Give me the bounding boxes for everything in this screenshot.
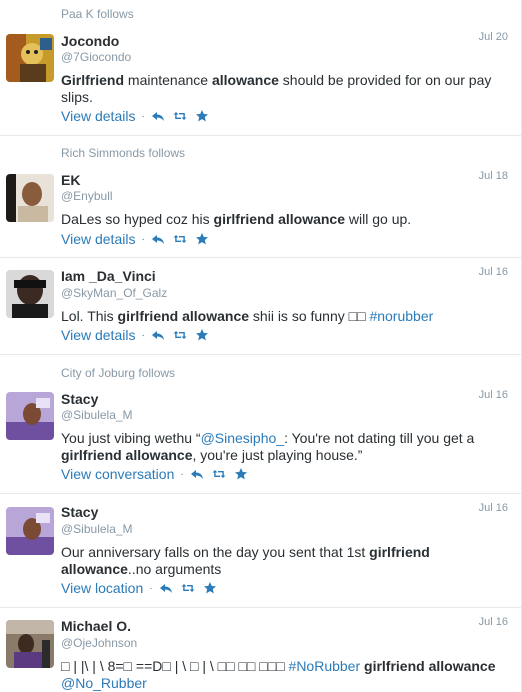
tweet-text: DaLes so hyped coz his girlfriend allowa…: [61, 211, 501, 228]
tweet[interactable]: Michael O. @OjeJohnson Jul 16 □ | |\ | \…: [0, 608, 522, 692]
mention-link[interactable]: @Sinesipho_: [201, 430, 285, 446]
text-segment: , you're just playing house.”: [192, 447, 363, 463]
reply-icon[interactable]: [151, 232, 165, 246]
username[interactable]: @Enybull: [61, 189, 113, 203]
tweet-text: □ | |\ | \ 8=□ ==D□ | \ □ | \ □□ □□ □□□ …: [61, 658, 501, 692]
retweet-icon[interactable]: [173, 232, 187, 246]
tweet-actions: View conversation ·: [61, 466, 256, 482]
separator-dot: ·: [141, 233, 145, 245]
timestamp[interactable]: Jul 20: [479, 31, 508, 43]
social-context: Rich Simmonds follows: [61, 146, 186, 160]
tweet[interactable]: Paa K follows Jocondo @7Giocondo Jul 20 …: [0, 0, 522, 136]
mention-link[interactable]: @No_Rubber: [61, 675, 147, 691]
username[interactable]: @Sibulela_M: [61, 522, 133, 536]
text-segment: ..no arguments: [127, 561, 222, 577]
text-segment: shii is so funny □□: [249, 308, 370, 324]
separator-dot: ·: [141, 110, 145, 122]
retweet-icon[interactable]: [173, 328, 187, 342]
highlighted-term: girlfriend allowance: [364, 658, 496, 674]
username[interactable]: @OjeJohnson: [61, 636, 137, 650]
retweet-icon[interactable]: [212, 467, 226, 481]
retweet-icon[interactable]: [173, 109, 187, 123]
hashtag-link[interactable]: #norubber: [369, 308, 433, 324]
highlighted-term: girlfriend allowance: [117, 308, 250, 324]
timestamp[interactable]: Jul 16: [479, 266, 508, 278]
username[interactable]: @7Giocondo: [61, 50, 131, 64]
reply-icon[interactable]: [190, 467, 204, 481]
display-name[interactable]: Stacy: [61, 391, 98, 407]
timestamp[interactable]: Jul 18: [479, 170, 508, 182]
display-name[interactable]: Stacy: [61, 504, 98, 520]
tweet[interactable]: Iam _Da_Vinci @SkyMan_Of_Galz Jul 16 Lol…: [0, 258, 522, 355]
retweet-icon[interactable]: [181, 581, 195, 595]
avatar[interactable]: [6, 270, 54, 318]
reply-icon[interactable]: [151, 328, 165, 342]
display-name[interactable]: Michael O.: [61, 618, 131, 634]
search-results-feed: Paa K follows Jocondo @7Giocondo Jul 20 …: [0, 0, 522, 692]
tweet-text: You just vibing wethu “@Sinesipho_: You'…: [61, 430, 501, 464]
tweet-text: Our anniversary falls on the day you sen…: [61, 544, 501, 578]
separator-dot: ·: [141, 329, 145, 341]
display-name[interactable]: Jocondo: [61, 33, 119, 49]
favorite-star-icon[interactable]: [195, 109, 209, 123]
timestamp[interactable]: Jul 16: [479, 502, 508, 514]
tweet-text: Lol. This girlfriend allowance shii is s…: [61, 308, 501, 325]
timestamp[interactable]: Jul 16: [479, 616, 508, 628]
avatar[interactable]: [6, 507, 54, 555]
tweet-text: Girlfriend maintenance allowance should …: [61, 72, 501, 106]
text-segment: Our anniversary falls on the day you sen…: [61, 544, 370, 560]
highlighted-term: girlfriend allowance: [213, 211, 346, 227]
text-segment: will go up.: [345, 211, 412, 227]
text-segment: Lol. This: [61, 308, 118, 324]
highlighted-term: Girlfriend: [61, 72, 125, 88]
tweet-actions: View details ·: [61, 327, 217, 343]
text-segment: maintenance: [124, 72, 212, 88]
highlighted-term: girlfriend allowance: [61, 447, 193, 463]
display-name[interactable]: EK: [61, 172, 80, 188]
separator-dot: ·: [149, 582, 153, 594]
reply-icon[interactable]: [151, 109, 165, 123]
text-segment: : You're not dating till you get a: [284, 430, 475, 446]
timestamp[interactable]: Jul 16: [479, 389, 508, 401]
social-context: City of Joburg follows: [61, 366, 176, 380]
view-details-link[interactable]: View details: [61, 108, 135, 124]
username[interactable]: @Sibulela_M: [61, 408, 133, 422]
display-name[interactable]: Iam _Da_Vinci: [61, 268, 156, 284]
social-context: Paa K follows: [61, 7, 134, 21]
tweet[interactable]: City of Joburg follows Stacy @Sibulela_M…: [0, 355, 522, 494]
favorite-star-icon[interactable]: [234, 467, 248, 481]
text-segment: □ | |\ | \ 8=□ ==D□ | \ □ | \ □□ □□ □□□: [61, 658, 289, 674]
view-details-link[interactable]: View details: [61, 231, 135, 247]
tweet-actions: View location ·: [61, 580, 225, 596]
text-segment: DaLes so hyped coz his: [61, 211, 214, 227]
tweet-actions: View details ·: [61, 231, 217, 247]
separator-dot: ·: [180, 468, 184, 480]
favorite-star-icon[interactable]: [195, 328, 209, 342]
highlighted-term: allowance: [211, 72, 279, 88]
view-conversation-link[interactable]: View conversation: [61, 466, 174, 482]
text-segment: You just vibing wethu “: [61, 430, 201, 446]
avatar[interactable]: [6, 34, 54, 82]
tweet[interactable]: Rich Simmonds follows EK @Enybull Jul 18…: [0, 136, 522, 258]
avatar[interactable]: [6, 392, 54, 440]
avatar[interactable]: [6, 174, 54, 222]
favorite-star-icon[interactable]: [203, 581, 217, 595]
reply-icon[interactable]: [159, 581, 173, 595]
tweet-actions: View details ·: [61, 108, 217, 124]
tweet[interactable]: Stacy @Sibulela_M Jul 16 Our anniversary…: [0, 494, 522, 608]
view-details-link[interactable]: View details: [61, 327, 135, 343]
username[interactable]: @SkyMan_Of_Galz: [61, 286, 167, 300]
hashtag-link[interactable]: #NoRubber: [289, 658, 361, 674]
favorite-star-icon[interactable]: [195, 232, 209, 246]
avatar[interactable]: [6, 620, 54, 668]
view-location-link[interactable]: View location: [61, 580, 143, 596]
